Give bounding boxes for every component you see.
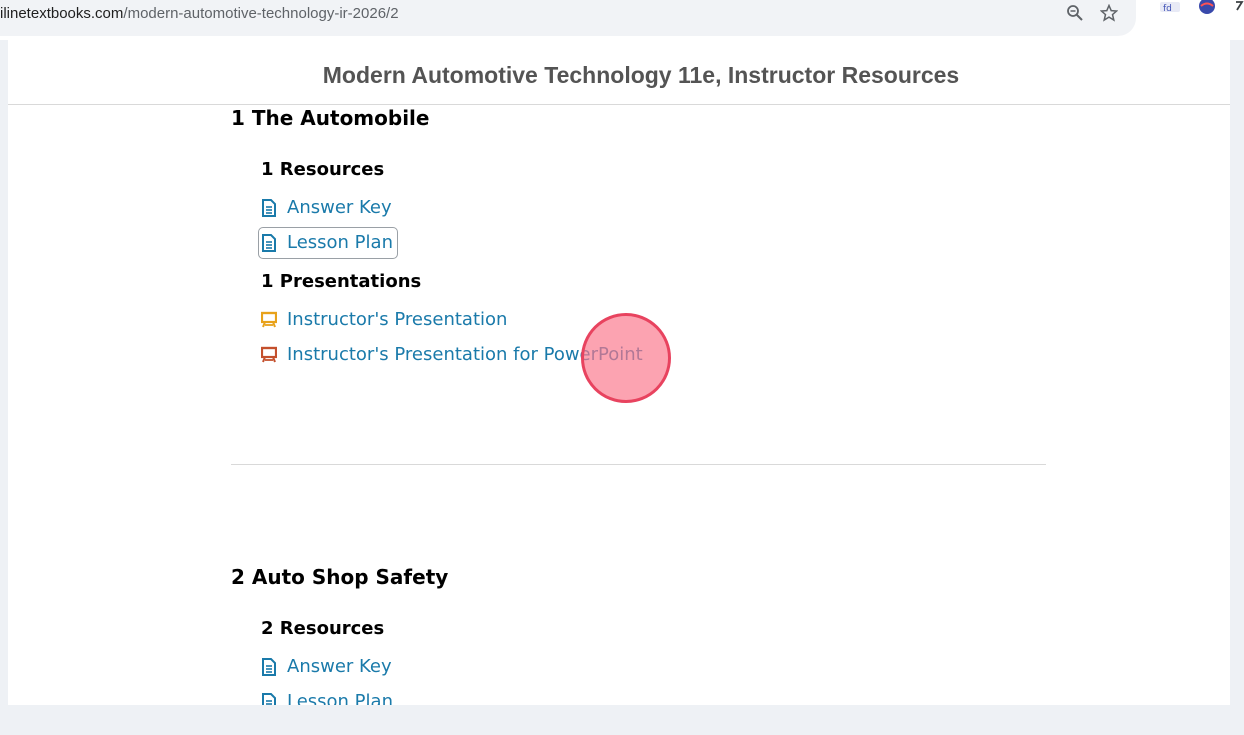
link-label[interactable]: Answer Key [287,655,392,679]
link-label[interactable]: Answer Key [287,196,392,220]
bookmark-star-icon[interactable] [1099,3,1119,24]
page-content: Modern Automotive Technology 11e, Instru… [8,40,1230,705]
presentation-icon [260,311,278,329]
link-label[interactable]: Lesson Plan [287,690,393,705]
powerpoint-icon [260,346,278,364]
link-answer-key[interactable]: Answer Key [261,654,392,680]
svg-text:fd: fd [1163,4,1172,14]
address-bar-url[interactable]: ilinetextbooks.com/modern-automotive-tec… [0,4,399,24]
profile-icon[interactable]: fd [1159,2,1181,22]
link-instructors-presentation[interactable]: Instructor's Presentation [260,307,507,333]
page-title: Modern Automotive Technology 11e, Instru… [322,62,960,88]
chapter-title: 1 The Automobile [231,106,430,130]
link-instructors-presentation-powerpoint[interactable]: Instructor's Presentation for PowerPoint [260,342,643,368]
link-lesson-plan[interactable]: Lesson Plan [258,227,398,259]
chapter-divider [231,464,1046,465]
document-icon [261,693,277,705]
extension-icon-2[interactable] [1234,0,1244,20]
browser-toolbar: ilinetextbooks.com/modern-automotive-tec… [0,0,1244,40]
link-label[interactable]: Instructor's Presentation [287,308,507,332]
link-answer-key[interactable]: Answer Key [261,195,392,221]
document-icon [261,234,277,252]
link-label[interactable]: Lesson Plan [287,231,393,255]
document-icon [261,199,277,217]
chapter-title: 2 Auto Shop Safety [231,565,449,589]
section-title-presentations: 1 Presentations [261,271,422,292]
document-icon [261,658,277,676]
address-bar[interactable]: ilinetextbooks.com/modern-automotive-tec… [0,0,1136,36]
extension-icon[interactable] [1198,0,1216,20]
link-label[interactable]: Instructor's Presentation for PowerPoint [287,343,643,367]
page-header: Modern Automotive Technology 11e, Instru… [8,40,1230,105]
zoom-icon[interactable] [1066,4,1084,24]
section-title-resources: 2 Resources [261,618,385,639]
section-title-resources: 1 Resources [261,159,385,180]
link-lesson-plan[interactable]: Lesson Plan [261,689,393,705]
